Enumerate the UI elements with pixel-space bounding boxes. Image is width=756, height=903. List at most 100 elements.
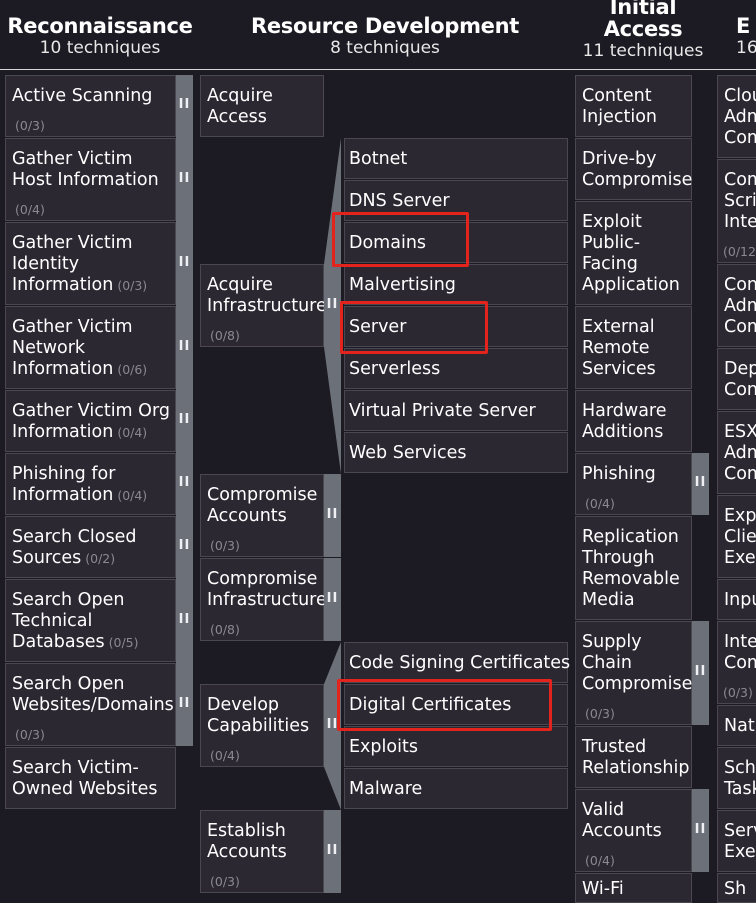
- technique-compromise-accounts[interactable]: Compromise Accounts (0/3): [200, 474, 324, 557]
- technique-execution-12[interactable]: Sh: [717, 873, 756, 903]
- technique-name: Gather Victim Org Information (0/4): [12, 401, 170, 442]
- technique-drive-by-compromise[interactable]: Drive-by Compromise: [575, 138, 692, 200]
- collapse-handle-glyph: II: [326, 297, 339, 312]
- expand-handle[interactable]: II: [692, 621, 709, 725]
- technique-wi-fi[interactable]: Wi-Fi: [575, 873, 692, 903]
- technique-name: Supply Chain Compromise: [582, 632, 693, 694]
- tactic-header-reconnaissance[interactable]: Reconnaissance 10 techniques: [0, 15, 200, 59]
- expand-handle[interactable]: II: [176, 663, 193, 746]
- expand-handle[interactable]: II: [324, 558, 341, 641]
- technique-phishing[interactable]: Phishing (0/4): [575, 453, 692, 515]
- technique-exploit-public-facing-application[interactable]: Exploit Public- Facing Application: [575, 201, 692, 305]
- technique-execution-6[interactable]: ExplClierExec: [717, 495, 756, 578]
- tactic-header-resource-development[interactable]: Resource Development 8 techniques: [230, 15, 540, 59]
- technique-external-remote-services[interactable]: External Remote Services: [575, 306, 692, 389]
- expand-handle-glyph: II: [178, 339, 191, 354]
- technique-execution-11[interactable]: ServExec: [717, 810, 756, 872]
- expand-handle[interactable]: II: [324, 474, 341, 557]
- expand-handle-glyph: II: [178, 171, 191, 186]
- subtechnique-code-signing-certificates[interactable]: Code Signing Certificates: [344, 642, 570, 683]
- technique-search-open-websites-domains[interactable]: Search Open Websites/Domains (0/3): [5, 663, 176, 746]
- technique-valid-accounts[interactable]: Valid Accounts (0/4): [575, 789, 692, 872]
- tactic-header-execution[interactable]: E 16: [736, 15, 756, 59]
- technique-acquire-access[interactable]: Acquire Access: [200, 75, 324, 137]
- subtechnique-name: Exploits: [349, 737, 418, 757]
- technique-count: 16: [736, 38, 756, 58]
- technique-establish-accounts[interactable]: Establish Accounts (0/3): [200, 810, 324, 893]
- technique-name: Replication Through Removable Media: [582, 527, 680, 610]
- expand-handle[interactable]: II: [176, 75, 193, 137]
- subtechnique-web-services[interactable]: Web Services: [344, 432, 568, 473]
- technique-count: 11 techniques: [582, 41, 704, 61]
- technique-develop-capabilities[interactable]: Develop Capabilities (0/4): [200, 684, 324, 767]
- expand-handle[interactable]: II: [176, 138, 193, 221]
- subtechnique-count: (0/5): [108, 635, 139, 650]
- technique-gather-victim-org-information[interactable]: Gather Victim Org Information (0/4): [5, 390, 176, 452]
- technique-trusted-relationship[interactable]: Trusted Relationship: [575, 726, 692, 788]
- subtechnique-malvertising[interactable]: Malvertising: [344, 264, 568, 305]
- subtechnique-virtual-private-server[interactable]: Virtual Private Server: [344, 390, 568, 431]
- technique-active-scanning[interactable]: Active Scanning (0/3): [5, 75, 176, 137]
- technique-execution-8[interactable]: Inte Com (0/3): [717, 621, 756, 704]
- expand-handle-glyph: II: [694, 822, 707, 837]
- technique-gather-victim-host-information[interactable]: Gather Victim Host Information (0/4): [5, 138, 176, 221]
- technique-execution-3[interactable]: ContAdmCom: [717, 264, 756, 347]
- subtechnique-count: (0/2): [85, 551, 116, 566]
- technique-acquire-infrastructure[interactable]: Acquire Infrastructure (0/8): [200, 264, 327, 347]
- technique-gather-victim-identity-information[interactable]: Gather Victim Identity Information (0/3): [5, 222, 176, 305]
- subtechnique-count: (0/3): [585, 706, 615, 721]
- expand-handle[interactable]: II: [692, 453, 709, 515]
- technique-hardware-additions[interactable]: Hardware Additions: [575, 390, 692, 452]
- technique-execution-7[interactable]: Inpu: [717, 579, 756, 620]
- subtechnique-serverless[interactable]: Serverless: [344, 348, 568, 389]
- technique-name: Trusted Relationship: [582, 737, 690, 778]
- technique-name: ClouAdmCom: [724, 86, 756, 148]
- expand-handle-glyph: II: [178, 475, 191, 490]
- expand-handle[interactable]: II: [176, 453, 193, 515]
- tactic-name: Resource Development: [250, 14, 520, 38]
- technique-compromise-infrastructure[interactable]: Compromise Infrastructure (0/8): [200, 558, 327, 641]
- technique-execution-9[interactable]: Nati: [717, 705, 756, 746]
- subtechnique-exploits[interactable]: Exploits: [344, 726, 568, 767]
- expand-handle[interactable]: II: [324, 810, 341, 893]
- technique-execution-2[interactable]: ComScripInte (0/12: [717, 159, 756, 263]
- technique-content-injection[interactable]: Content Injection: [575, 75, 692, 137]
- technique-search-victim-owned-websites[interactable]: Search Victim- Owned Websites: [5, 747, 176, 809]
- technique-name: Gather Victim Identity Information (0/3): [12, 233, 148, 295]
- expand-handle-glyph: II: [326, 507, 339, 522]
- technique-execution-4[interactable]: Dep Con: [717, 348, 756, 410]
- tactic-name: E: [736, 14, 751, 38]
- expand-handle[interactable]: II: [176, 516, 193, 578]
- subtechnique-count: (0/3): [210, 874, 240, 889]
- technique-search-closed-sources[interactable]: Search Closed Sources (0/2): [5, 516, 176, 578]
- technique-name: Search Closed Sources (0/2): [12, 527, 137, 568]
- technique-execution-5[interactable]: ESXiAdmCom: [717, 411, 756, 494]
- technique-name: Exploit Public- Facing Application: [582, 212, 680, 295]
- expand-handle[interactable]: II: [176, 306, 193, 389]
- technique-replication-through-removable-media[interactable]: Replication Through Removable Media: [575, 516, 692, 620]
- technique-name: Establish Accounts: [207, 821, 287, 862]
- subtechnique-count: (0/3): [117, 278, 148, 293]
- expand-handle[interactable]: II: [176, 579, 193, 662]
- technique-name: Phishing: [582, 464, 656, 484]
- expand-handle[interactable]: II: [176, 390, 193, 452]
- technique-name: Compromise Accounts: [207, 485, 318, 526]
- subtechnique-botnet[interactable]: Botnet: [344, 138, 568, 179]
- subtechnique-malware[interactable]: Malware: [344, 768, 568, 809]
- tactic-header-initial-access[interactable]: Initial Access 11 techniques: [568, 0, 718, 62]
- technique-phishing-for-information[interactable]: Phishing for Information (0/4): [5, 453, 176, 515]
- collapse-handle[interactable]: II: [324, 264, 341, 347]
- technique-execution-10[interactable]: ScheTask: [717, 747, 756, 809]
- technique-name: Gather Victim Network Information (0/6): [12, 317, 148, 379]
- technique-supply-chain-compromise[interactable]: Supply Chain Compromise (0/3): [575, 621, 692, 725]
- expand-handle[interactable]: II: [692, 789, 709, 872]
- technique-name: ExplClierExec: [724, 506, 756, 568]
- highlight-digital-certificates: [337, 679, 552, 731]
- technique-gather-victim-network-information[interactable]: Gather Victim Network Information (0/6): [5, 306, 176, 389]
- technique-name: ComScripInte: [724, 170, 756, 232]
- header-divider: [0, 69, 756, 70]
- expand-handle[interactable]: II: [176, 222, 193, 305]
- technique-execution-1[interactable]: ClouAdmCom: [717, 75, 756, 158]
- technique-name: Inpu: [724, 590, 756, 610]
- technique-search-open-technical-databases[interactable]: Search Open Technical Databases (0/5): [5, 579, 176, 662]
